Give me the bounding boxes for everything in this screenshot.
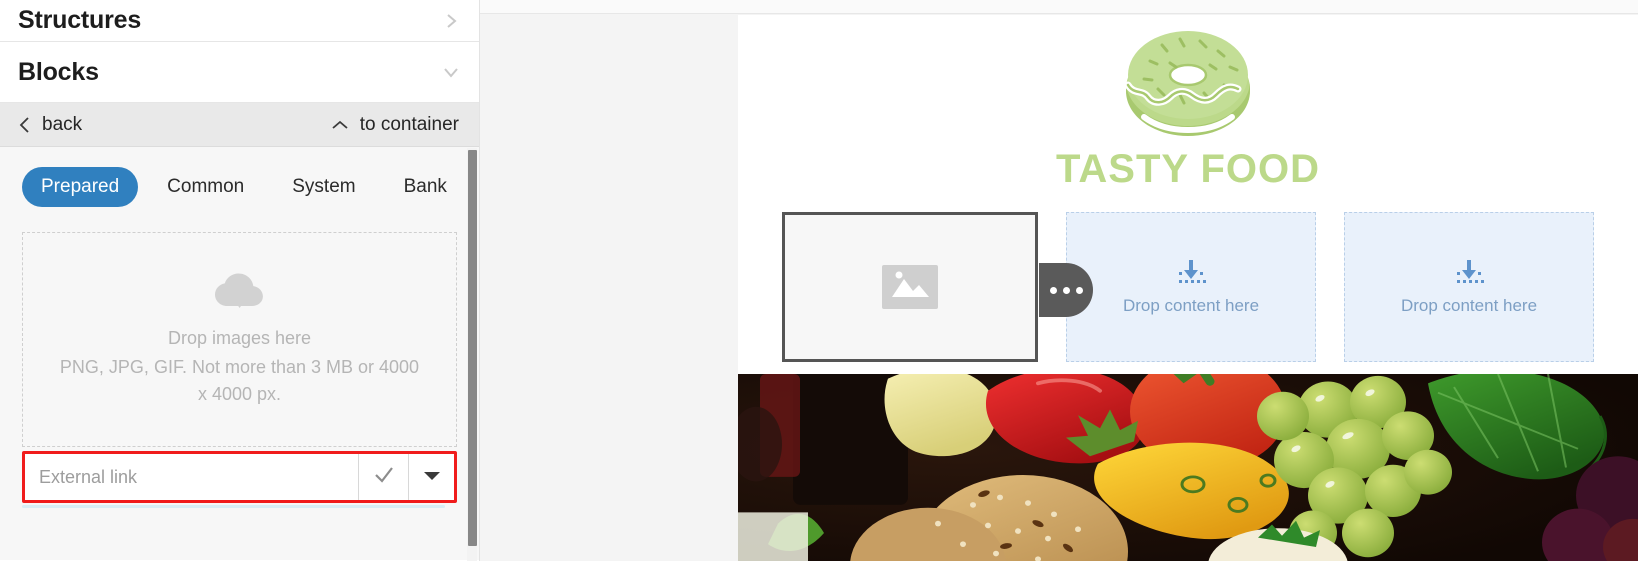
tab-system[interactable]: System xyxy=(273,167,374,207)
tab-common[interactable]: Common xyxy=(148,167,263,207)
image-placeholder-glyph xyxy=(882,263,938,312)
block-drag-handle[interactable] xyxy=(1039,263,1093,317)
chevron-up-icon xyxy=(330,118,350,132)
accordion-structures[interactable]: Structures xyxy=(0,0,479,42)
dropzone-block-2[interactable]: Drop content here xyxy=(1344,212,1594,362)
sidebar-scrollbar-thumb[interactable] xyxy=(468,150,477,546)
logo-block[interactable]: TASTY FOOD xyxy=(738,15,1638,192)
external-link-input[interactable] xyxy=(25,454,358,500)
left-sidebar: Structures Blocks back to container Prep… xyxy=(0,0,480,561)
drag-handle-dots-icon xyxy=(1075,286,1083,294)
chevron-down-icon[interactable] xyxy=(441,62,461,82)
drop-arrow-icon xyxy=(1174,258,1208,286)
block-navigation-bar: back to container xyxy=(0,103,479,147)
back-button[interactable]: back xyxy=(18,114,82,136)
caret-down-icon xyxy=(423,468,440,486)
external-link-dropdown-button[interactable] xyxy=(408,454,454,500)
email-sheet: TASTY FOOD Drop content here Drop conten… xyxy=(738,15,1638,561)
drag-handle-dots-icon xyxy=(1049,286,1057,294)
image-block-selected[interactable] xyxy=(782,212,1093,362)
brand-name: TASTY FOOD xyxy=(1055,147,1321,191)
external-link-highlight xyxy=(22,451,457,503)
check-icon xyxy=(372,463,396,492)
to-container-label: to container xyxy=(359,113,459,135)
dropzone-block-2-label: Drop content here xyxy=(1400,296,1538,315)
dropzone-block-1-label: Drop content here xyxy=(1122,296,1260,315)
panel-bottom-divider xyxy=(22,505,445,508)
external-link-row xyxy=(25,454,454,500)
external-link-confirm-button[interactable] xyxy=(358,454,408,500)
accordion-structures-label: Structures xyxy=(18,6,142,34)
tab-prepared[interactable]: Prepared xyxy=(22,167,139,207)
cloud-download-icon xyxy=(211,272,269,316)
chevron-left-icon xyxy=(18,116,32,134)
food-photo-block[interactable] xyxy=(738,374,1638,561)
dropzone-hint: PNG, JPG, GIF. Not more than 3 MB or 400… xyxy=(59,357,420,404)
food-photo-image xyxy=(738,374,1638,561)
tab-bank[interactable]: Bank xyxy=(385,167,466,207)
back-button-label: back xyxy=(42,113,83,135)
blocks-panel-body: Prepared Common System Bank Drop images … xyxy=(0,147,479,560)
app-root: Structures Blocks back to container Prep… xyxy=(0,0,1638,561)
drag-handle-dots-icon xyxy=(1062,286,1070,294)
content-blocks-row: Drop content here Drop content here xyxy=(738,212,1638,362)
to-container-button[interactable]: to container xyxy=(330,114,459,136)
accordion-blocks-label: Blocks xyxy=(18,57,99,86)
donut-icon xyxy=(1114,23,1262,145)
image-dropzone[interactable]: Drop images here PNG, JPG, GIF. Not more… xyxy=(22,232,457,447)
chevron-right-icon[interactable] xyxy=(441,11,461,31)
canvas-top-strip xyxy=(480,0,1638,14)
editor-canvas: TASTY FOOD Drop content here Drop conten… xyxy=(480,0,1638,561)
dropzone-block-1[interactable]: Drop content here xyxy=(1066,212,1316,362)
block-category-tabs: Prepared Common System Bank xyxy=(22,147,457,211)
drop-arrow-icon xyxy=(1452,258,1486,286)
dropzone-title: Drop images here xyxy=(167,328,312,349)
accordion-blocks[interactable]: Blocks xyxy=(0,42,479,103)
